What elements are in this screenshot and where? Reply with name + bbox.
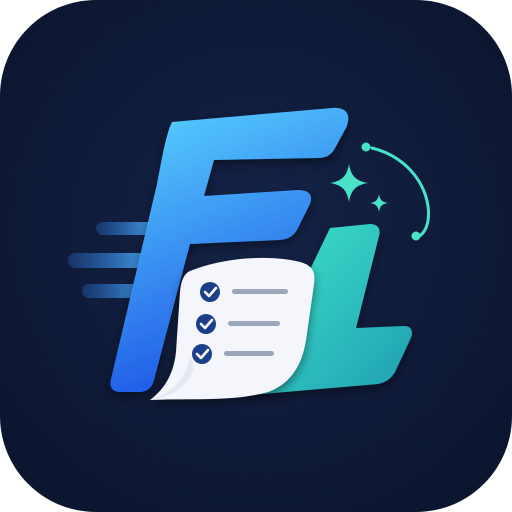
list-line (232, 289, 288, 294)
check-circle-icon (192, 344, 212, 364)
list-line (228, 321, 280, 326)
fl-checklist-logo-icon (0, 0, 512, 512)
check-circle-icon (196, 314, 216, 334)
list-line (224, 351, 274, 356)
app-icon (0, 0, 512, 512)
check-circle-icon (200, 282, 220, 302)
